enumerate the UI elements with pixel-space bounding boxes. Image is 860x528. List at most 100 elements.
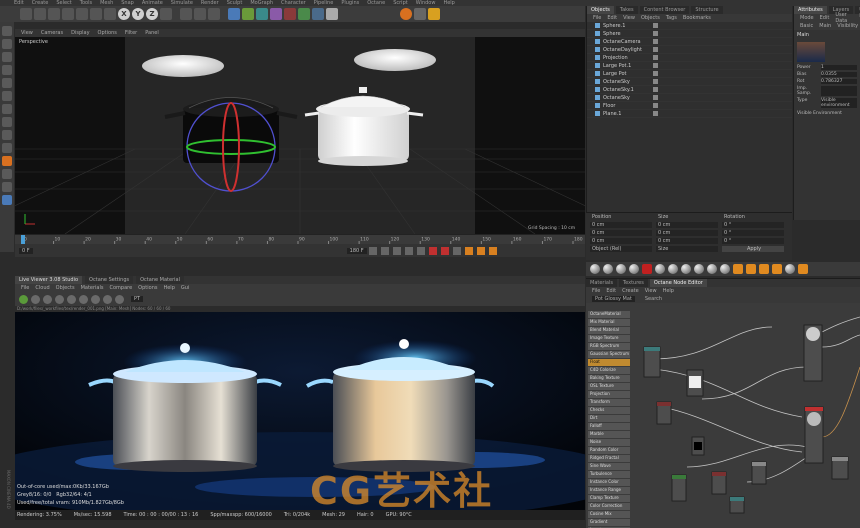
node-editor-menu-item[interactable]: Help [663, 288, 674, 294]
attribute-field-value[interactable]: 1 [821, 65, 857, 70]
layer-icon[interactable] [2, 195, 12, 205]
coordinate-field[interactable]: 0 ° [722, 238, 784, 244]
lock-icon[interactable] [2, 169, 12, 179]
node-type-item[interactable]: Projection [588, 391, 630, 398]
object-row[interactable]: Projection [587, 54, 792, 62]
axis-mode-icon[interactable] [2, 65, 12, 75]
coordinate-field[interactable]: 0 cm [656, 222, 718, 228]
model-mode-icon[interactable] [2, 39, 12, 49]
object-row[interactable]: Sphere [587, 30, 792, 38]
play-icon[interactable] [392, 246, 401, 255]
coordinate-field[interactable]: 0 cm [590, 222, 652, 228]
select-icon[interactable] [48, 8, 60, 20]
object-manager-menu-item[interactable]: Objects [641, 15, 660, 21]
object-manager-menu-item[interactable]: Bookmarks [683, 15, 711, 21]
node-type-item[interactable]: RGB Spectrum [588, 343, 630, 350]
attribute-subtab[interactable]: Visibility [837, 23, 858, 29]
node-type-item[interactable]: Blend Material [588, 327, 630, 334]
clay-mode-icon[interactable] [91, 294, 100, 304]
apply-button[interactable]: Apply [722, 246, 784, 252]
octane-half-sphere-icon[interactable] [668, 264, 678, 274]
node-type-item[interactable]: C4D Colorize [588, 367, 630, 374]
node-graph[interactable] [632, 307, 860, 528]
recent-tool-icon[interactable] [104, 8, 116, 20]
visibility-dot-icon[interactable] [653, 111, 658, 116]
octane-texture-icon[interactable] [720, 264, 730, 274]
render-menu-item[interactable]: Help [163, 285, 174, 291]
coordinate-field[interactable]: 0 ° [722, 222, 784, 228]
node-type-item[interactable]: Dirt [588, 415, 630, 422]
material-ball-icon[interactable] [629, 264, 639, 274]
keyframe-icon[interactable] [452, 246, 461, 255]
render-view-icon[interactable] [180, 8, 192, 20]
visibility-dot-icon[interactable] [653, 31, 658, 36]
size-mode-select[interactable]: Size [656, 246, 718, 252]
object-manager-menu-item[interactable]: Edit [607, 15, 617, 21]
subdivision-icon[interactable] [256, 8, 268, 20]
viewport-menu-item[interactable]: View [21, 30, 33, 36]
coordinate-mode-select[interactable]: Object (Rel) [590, 246, 652, 252]
node-type-item[interactable]: Noise [588, 439, 630, 446]
object-manager-tab[interactable]: Content Browser [639, 6, 690, 14]
render-menu-item[interactable]: Cloud [35, 285, 49, 291]
object-row[interactable]: OctaneSky [587, 78, 792, 86]
material-ball-icon[interactable] [590, 264, 600, 274]
node-type-item[interactable]: Color Correction [588, 503, 630, 510]
octane-plus-icon[interactable] [772, 264, 782, 274]
node-type-item[interactable]: Mix Material [588, 319, 630, 326]
z-axis-button[interactable]: Z [146, 8, 158, 20]
rotate-icon[interactable] [90, 8, 102, 20]
pause-render-icon[interactable] [55, 294, 64, 304]
node-type-item[interactable]: OSL Texture [588, 383, 630, 390]
viewport-menu-item[interactable]: Display [71, 30, 89, 36]
attribute-menu-item[interactable]: Edit [820, 15, 830, 21]
node-type-item[interactable]: Marble [588, 431, 630, 438]
scale-icon[interactable] [76, 8, 88, 20]
node-editor-menu-item[interactable]: Edit [606, 288, 616, 294]
viewport-menu-item[interactable]: Options [98, 30, 117, 36]
prev-key-icon[interactable] [380, 246, 389, 255]
octane-sky-icon[interactable] [707, 264, 717, 274]
send-scene-icon[interactable] [19, 294, 28, 304]
rotation-key-icon[interactable] [488, 246, 497, 255]
coordinate-field[interactable]: 0 ° [722, 230, 784, 236]
object-row[interactable]: Large Pot [587, 70, 792, 78]
coordinate-field[interactable]: 0 cm [590, 238, 652, 244]
object-manager-menu-item[interactable]: View [623, 15, 635, 21]
end-frame-field[interactable]: 180 F [346, 247, 367, 254]
object-row[interactable]: OctaneSky [587, 94, 792, 102]
visibility-dot-icon[interactable] [653, 55, 658, 60]
render-menu-item[interactable]: Gui [181, 285, 189, 291]
render-picture-viewer-icon[interactable] [194, 8, 206, 20]
node-type-item[interactable]: Float [588, 359, 630, 366]
edges-mode-icon[interactable] [2, 91, 12, 101]
node-editor-tab[interactable]: Octane Node Editor [649, 279, 707, 287]
object-manager-menu-item[interactable]: Tags [666, 15, 677, 21]
texture-mode-icon[interactable] [2, 52, 12, 62]
visibility-dot-icon[interactable] [653, 71, 658, 76]
node-type-item[interactable]: Instance Range [588, 487, 630, 494]
node-type-item[interactable]: Gaussian Spectrum [588, 351, 630, 358]
points-mode-icon[interactable] [2, 78, 12, 88]
visible-environment-group[interactable]: Visible Environment [794, 109, 860, 118]
visibility-dot-icon[interactable] [653, 63, 658, 68]
viewport-menu-item[interactable]: Filter [125, 30, 137, 36]
uv-mode-icon[interactable] [2, 117, 12, 127]
stop-render-icon[interactable] [43, 294, 52, 304]
object-row[interactable]: OctaneCamera [587, 38, 792, 46]
object-manager-tab[interactable]: Takes [615, 6, 638, 14]
octane-scatter-icon[interactable] [785, 264, 795, 274]
restart-render-icon[interactable] [31, 294, 40, 304]
render-settings-icon[interactable] [208, 8, 220, 20]
render-tab[interactable]: Octane Material [136, 276, 184, 284]
visibility-dot-icon[interactable] [653, 103, 658, 108]
cube-icon[interactable] [228, 8, 240, 20]
workplane-icon[interactable] [2, 143, 12, 153]
make-editable-icon[interactable] [2, 26, 12, 36]
attribute-subtab[interactable]: Main [819, 23, 831, 29]
record-icon[interactable] [428, 246, 437, 255]
x-axis-button[interactable]: X [118, 8, 130, 20]
object-row[interactable]: Large Pot.1 [587, 62, 792, 70]
perspective-viewport[interactable]: Grid Spacing : 10 cm Perspective [15, 29, 585, 234]
node-editor-menu-item[interactable]: File [592, 288, 600, 294]
